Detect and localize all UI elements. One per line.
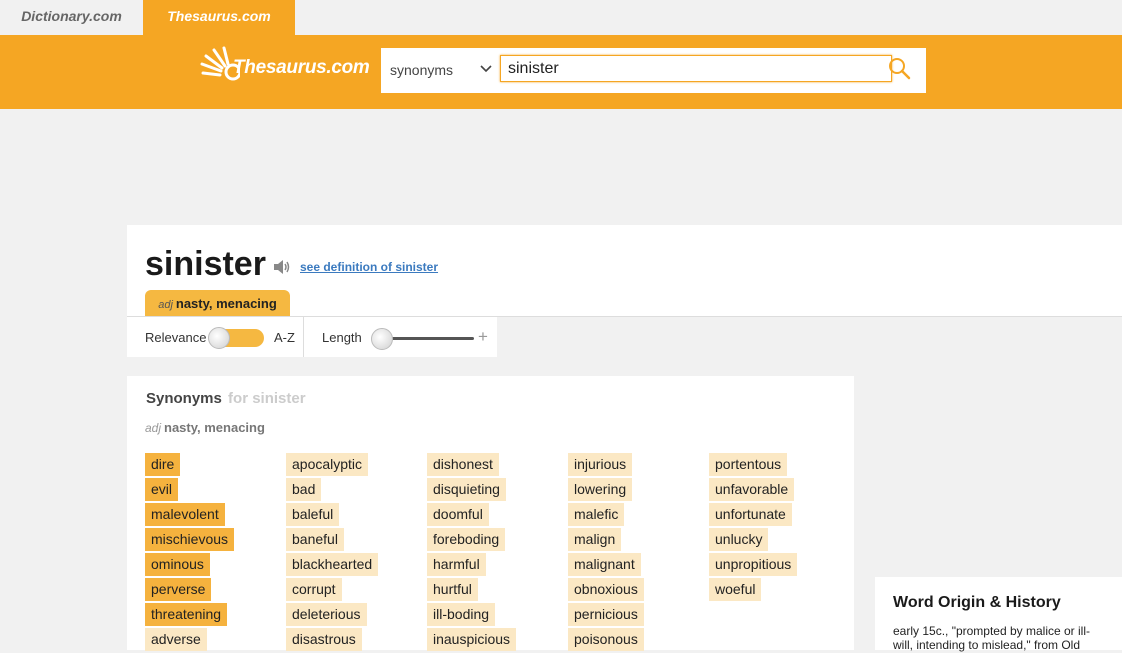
- sense-label: nasty, menacing: [175, 296, 277, 311]
- word-origin-title: Word Origin & History: [893, 594, 1061, 611]
- synonym-link[interactable]: poisonous: [568, 628, 644, 651]
- synonym-link[interactable]: baleful: [286, 503, 340, 526]
- length-slider-handle[interactable]: [371, 328, 393, 350]
- synonym-link[interactable]: doomful: [427, 503, 489, 526]
- synonym-link[interactable]: unfortunate: [709, 503, 792, 526]
- sort-toggle[interactable]: [208, 327, 264, 349]
- synonyms-heading: Synonyms for sinister: [146, 390, 306, 407]
- thesaurus-logo[interactable]: Thesaurus.com: [200, 46, 375, 86]
- synonym-link[interactable]: blackhearted: [286, 553, 379, 576]
- synonyms-sense: adj nasty, menacing: [145, 420, 265, 435]
- chevron-down-icon[interactable]: [479, 62, 493, 76]
- synonym-link[interactable]: woeful: [709, 578, 762, 601]
- sort-toggle-knob[interactable]: [208, 327, 230, 349]
- synonym-link[interactable]: obnoxious: [568, 578, 644, 601]
- synonym-link[interactable]: bad: [286, 478, 322, 501]
- synonym-link[interactable]: pernicious: [568, 603, 644, 626]
- filter-separator: [303, 317, 304, 357]
- synonym-link[interactable]: harmful: [427, 553, 486, 576]
- synonym-link[interactable]: malign: [568, 528, 622, 551]
- synonym-column-5: portentous unfavorable unfortunate unlucky u…: [709, 453, 798, 603]
- synonyms-card: Synonyms for sinister adj nasty, menacing…: [127, 376, 854, 653]
- speaker-icon[interactable]: [272, 257, 292, 277]
- sense-tab[interactable]: adj nasty, menacing: [145, 290, 290, 316]
- synonym-link[interactable]: hurtful: [427, 578, 478, 601]
- synonym-link[interactable]: ominous: [145, 553, 210, 576]
- search-icon[interactable]: [888, 57, 912, 81]
- az-label: A-Z: [274, 330, 295, 345]
- synonym-link[interactable]: foreboding: [427, 528, 506, 551]
- synonym-column-2: apocalyptic bad baleful baneful blackhearted…: [286, 453, 379, 653]
- synonym-column-4: injurious lowering malefic malign malignant o…: [568, 453, 644, 653]
- synonym-link[interactable]: unfavorable: [709, 478, 795, 501]
- synonym-link[interactable]: ill-boding: [427, 603, 496, 626]
- synonym-link[interactable]: mischievous: [145, 528, 235, 551]
- synonym-link[interactable]: unpropitious: [709, 553, 798, 576]
- synonym-link[interactable]: malignant: [568, 553, 641, 576]
- synonym-link[interactable]: threatening: [145, 603, 228, 626]
- search-input[interactable]: [500, 55, 892, 82]
- synonym-link[interactable]: inauspicious: [427, 628, 517, 651]
- headword-card: sinister see definition of sinister adj n…: [127, 225, 1122, 316]
- length-slider-track[interactable]: [382, 337, 474, 340]
- tab-thesaurus[interactable]: Thesaurus.com: [143, 0, 295, 35]
- synonym-link[interactable]: apocalyptic: [286, 453, 369, 476]
- synonym-link[interactable]: adverse: [145, 628, 207, 651]
- synonym-link[interactable]: disastrous: [286, 628, 362, 651]
- synonym-link[interactable]: corrupt: [286, 578, 342, 601]
- header: Thesaurus.com synonyms: [0, 35, 1122, 109]
- synonym-link[interactable]: lowering: [568, 478, 633, 501]
- synonym-link[interactable]: malefic: [568, 503, 625, 526]
- synonym-link[interactable]: evil: [145, 478, 179, 501]
- headword: sinister: [145, 245, 266, 283]
- word-origin-text: early 15c., "prompted by malice or ill-w…: [893, 624, 1090, 652]
- search-bar: synonyms: [381, 48, 926, 93]
- length-label: Length: [322, 330, 362, 345]
- word-origin-card: Word Origin & History early 15c., "promp…: [875, 577, 1122, 652]
- synonym-column-3: dishonest disquieting doomful foreboding har…: [427, 453, 517, 653]
- synonym-link[interactable]: portentous: [709, 453, 788, 476]
- synonyms-sense-pos: adj: [145, 421, 162, 435]
- synonym-link[interactable]: disquieting: [427, 478, 506, 501]
- synonym-link[interactable]: baneful: [286, 528, 344, 551]
- synonyms-for-word: for sinister: [228, 390, 306, 407]
- synonyms-title: Synonyms: [146, 390, 222, 407]
- synonym-link[interactable]: malevolent: [145, 503, 225, 526]
- relevance-label: Relevance: [145, 330, 207, 345]
- sense-pos: adj: [158, 299, 173, 311]
- synonym-link[interactable]: dire: [145, 453, 181, 476]
- synonym-column-1: dire evil malevolent mischievous ominous perv…: [145, 453, 235, 653]
- see-definition-link[interactable]: see definition of sinister: [300, 260, 438, 274]
- logo-text: Thesaurus.com: [233, 57, 370, 78]
- synonym-link[interactable]: dishonest: [427, 453, 499, 476]
- tab-dictionary[interactable]: Dictionary.com: [0, 0, 143, 35]
- search-type-select[interactable]: synonyms: [390, 62, 453, 78]
- synonym-link[interactable]: injurious: [568, 453, 633, 476]
- site-tabs-bar: Dictionary.com Thesaurus.com: [0, 0, 1122, 35]
- synonym-link[interactable]: perverse: [145, 578, 212, 601]
- synonyms-sense-label: nasty, menacing: [164, 420, 265, 435]
- synonym-link[interactable]: deleterious: [286, 603, 367, 626]
- filter-bar: Relevance A-Z Length +: [127, 317, 497, 357]
- plus-icon[interactable]: +: [478, 327, 488, 347]
- synonym-link[interactable]: unlucky: [709, 528, 769, 551]
